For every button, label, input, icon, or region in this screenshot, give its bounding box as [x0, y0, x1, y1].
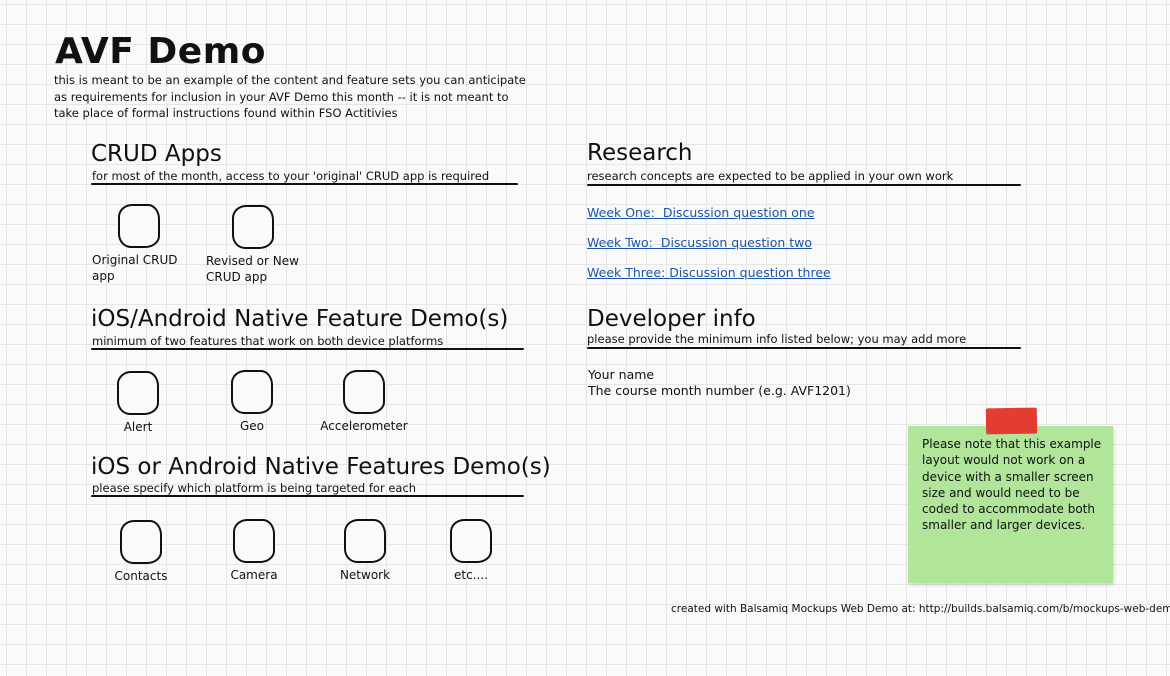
revised-crud-app-label: Revised or New CRUD app	[206, 254, 299, 284]
contacts-feature-icon[interactable]	[120, 520, 162, 564]
intro-line: this is meant to be an example of the co…	[54, 73, 526, 87]
alert-feature-icon[interactable]	[117, 371, 159, 415]
page-title: AVF Demo	[55, 31, 266, 72]
developer-section-divider	[587, 347, 1021, 349]
sticky-note-tape	[985, 407, 1038, 435]
network-feature-label: Network	[339, 568, 391, 582]
developer-section-title: Developer info	[587, 306, 756, 332]
native-both-section-title: iOS/Android Native Feature Demo(s)	[91, 306, 509, 332]
etc-feature-icon[interactable]	[450, 519, 492, 563]
week-three-link[interactable]: Week Three: Discussion question three	[587, 265, 831, 280]
accelerometer-feature-icon[interactable]	[343, 370, 385, 414]
geo-feature-icon[interactable]	[231, 370, 273, 414]
research-section-title: Research	[587, 140, 693, 166]
network-feature-icon[interactable]	[344, 519, 386, 563]
sticky-note-text: Please note that this example layout wou…	[922, 437, 1102, 533]
contacts-feature-label: Contacts	[114, 569, 168, 583]
footer-credit: created with Balsamiq Mockups Web Demo a…	[671, 603, 1170, 615]
developer-course-month-field: The course month number (e.g. AVF1201)	[588, 383, 851, 398]
accelerometer-feature-label: Accelerometer	[320, 419, 408, 433]
camera-feature-label: Camera	[230, 568, 278, 582]
week-one-link[interactable]: Week One: Discussion question one	[587, 205, 815, 220]
geo-feature-label: Geo	[239, 419, 265, 433]
etc-feature-label: etc....	[454, 568, 488, 582]
intro-line: take place of formal instructions found …	[54, 106, 398, 120]
camera-feature-icon[interactable]	[233, 519, 275, 563]
original-crud-app-icon[interactable]	[118, 204, 160, 248]
crud-section-subtitle: for most of the month, access to your 'o…	[92, 169, 490, 183]
developer-name-field: Your name	[588, 367, 655, 382]
native-both-section-subtitle: minimum of two features that work on bot…	[92, 334, 444, 348]
developer-fields: Your name The course month number (e.g. …	[588, 367, 851, 399]
native-either-section-divider	[91, 495, 524, 497]
native-either-section-title: iOS or Android Native Features Demo(s)	[91, 454, 551, 480]
native-either-section-subtitle: please specify which platform is being t…	[92, 481, 417, 495]
revised-crud-app-icon[interactable]	[232, 205, 274, 249]
intro-line: as requirements for inclusion in your AV…	[54, 89, 509, 104]
developer-section-subtitle: please provide the minimum info listed b…	[587, 332, 967, 346]
week-two-link[interactable]: Week Two: Discussion question two	[587, 235, 812, 250]
original-crud-app-label: Original CRUD app	[92, 253, 178, 283]
research-section-divider	[587, 184, 1021, 186]
alert-feature-label: Alert	[123, 420, 153, 434]
research-section-subtitle: research concepts are expected to be app…	[587, 169, 954, 183]
intro-text: this is meant to be an example of the co…	[54, 72, 534, 122]
native-both-section-divider	[91, 348, 524, 350]
crud-section-title: CRUD Apps	[91, 141, 222, 167]
crud-section-divider	[91, 183, 518, 185]
